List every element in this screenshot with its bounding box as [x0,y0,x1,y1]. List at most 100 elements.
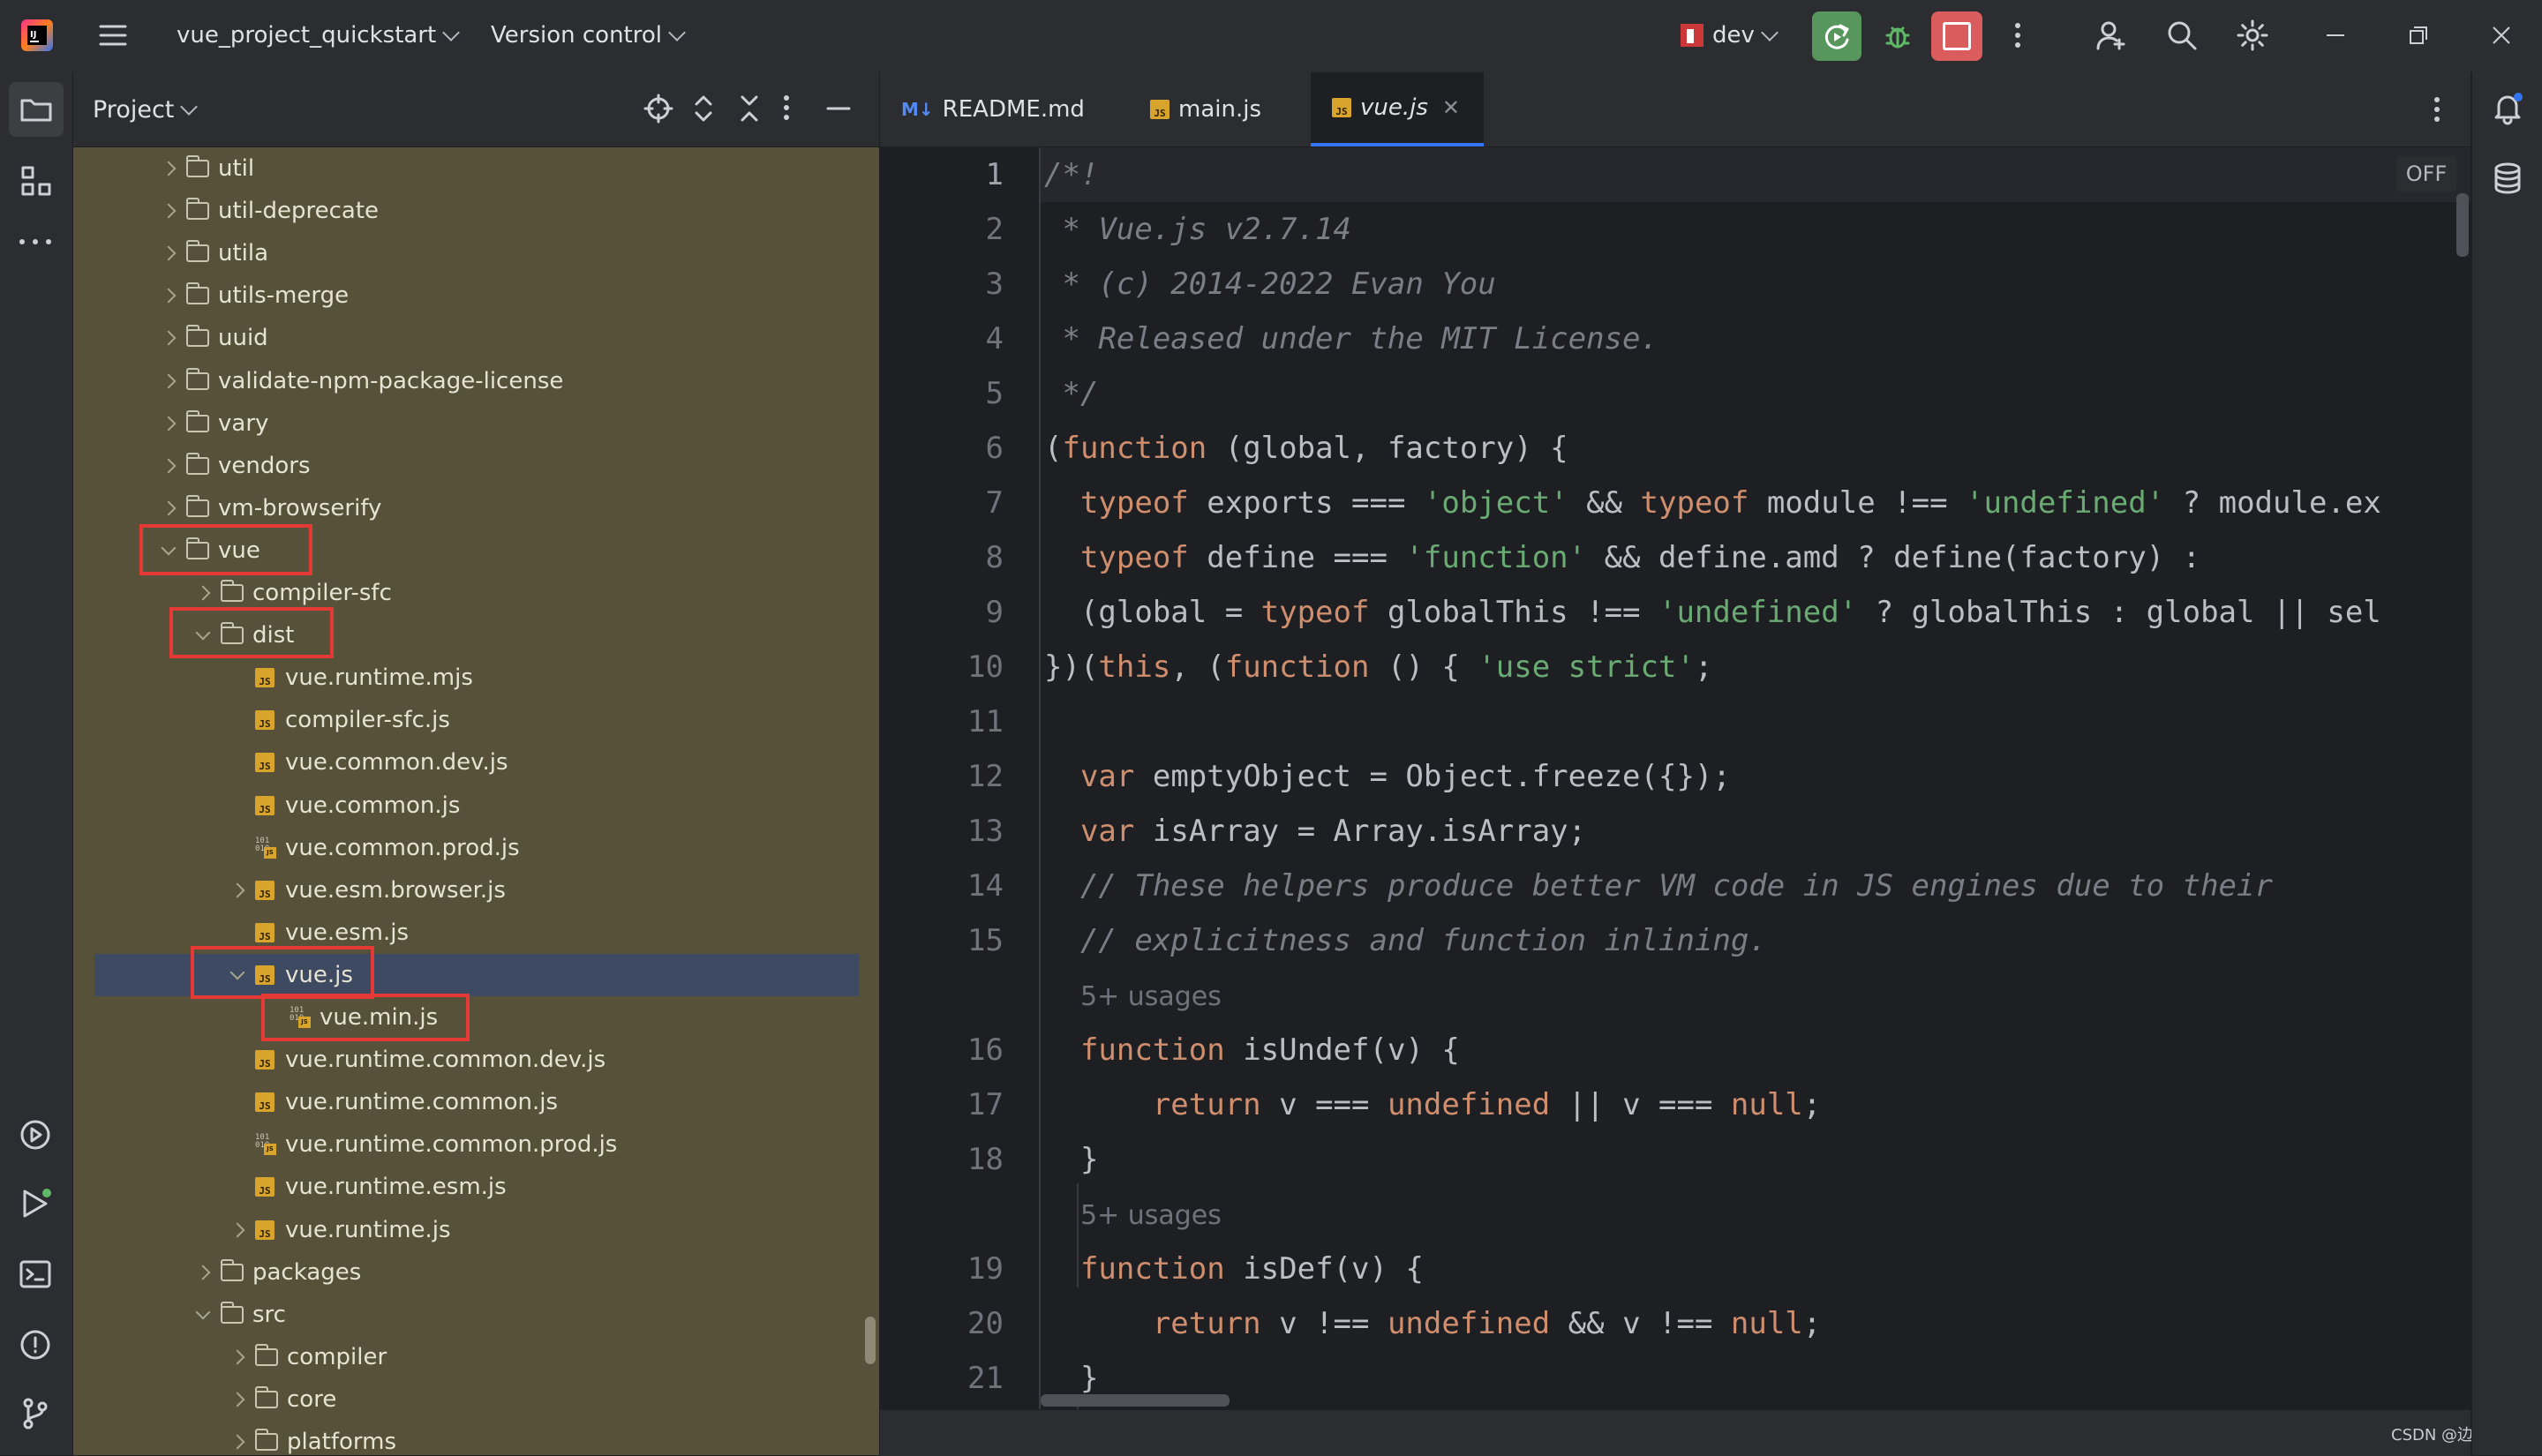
project-tool-button[interactable] [9,82,64,137]
tab-vue-js[interactable]: JS vue.js ✕ [1311,72,1484,146]
tree-item-label: vue.runtime.esm.js [285,1174,507,1200]
chevron-right-icon[interactable] [161,416,177,432]
chevron-right-icon[interactable] [161,245,177,261]
chevron-right-icon[interactable] [161,500,177,516]
tab-label: vue.js [1360,94,1428,121]
expand-collapse-icon[interactable] [691,94,716,127]
tree-item[interactable]: JS vue.runtime.js [73,1209,879,1251]
chevron-right-icon[interactable] [161,330,177,346]
tree-item[interactable]: JS vue.common.js [73,784,879,827]
usages-hint-text[interactable]: 5+ usages [1080,1200,1222,1231]
tree-item[interactable]: JS vue.common.dev.js [73,741,879,784]
chevron-right-icon[interactable] [161,288,177,304]
chevron-right-icon[interactable] [229,1392,245,1407]
tree-item[interactable]: utils-merge [73,274,879,317]
reader-mode-off-badge[interactable]: OFF [2396,156,2456,191]
tree-item[interactable]: uuid [73,317,879,359]
chevron-right-icon[interactable] [161,203,177,219]
tree-item[interactable]: util [73,147,879,190]
tree-item[interactable]: 101 010 JS vue.min.js [73,996,879,1039]
debug-button[interactable] [1880,18,1915,53]
tree-item[interactable]: JS vue.runtime.common.js [73,1081,879,1123]
left-tool-strip [0,72,73,1455]
line-number: 17 [967,1087,1004,1122]
usages-hint-text[interactable]: 5+ usages [1080,981,1222,1012]
tree-item[interactable]: core [73,1378,879,1421]
panel-options-icon[interactable] [783,94,790,125]
chevron-right-icon[interactable] [195,585,211,601]
add-user-icon[interactable] [2094,18,2129,53]
tree-item[interactable]: JS vue.runtime.esm.js [73,1166,879,1208]
more-tools-icon[interactable] [18,233,53,250]
chevron-right-icon[interactable] [229,1222,245,1238]
project-view-selector[interactable]: Project [93,92,199,127]
services-icon[interactable] [18,1117,53,1156]
tree-item[interactable]: packages [73,1251,879,1294]
chevron-right-icon[interactable] [229,1349,245,1365]
tree-item[interactable]: vary [73,402,879,445]
locate-file-icon[interactable] [643,94,673,127]
tree-item[interactable]: platforms [73,1421,879,1455]
tree-item[interactable]: vm-browserify [73,487,879,529]
editor-vertical-scrollbar[interactable] [2456,193,2469,257]
app-logo-icon[interactable]: IJ [19,18,55,53]
stop-button[interactable] [1931,11,1982,61]
database-icon[interactable] [2490,161,2525,199]
tree-item[interactable]: src [73,1294,879,1336]
tree-item[interactable]: util-deprecate [73,190,879,232]
chevron-right-icon[interactable] [161,458,177,474]
tree-item[interactable]: 101 010 JS vue.runtime.common.prod.js [73,1123,879,1166]
notifications-bell-icon[interactable] [2490,90,2525,129]
tree-item[interactable]: vendors [73,445,879,487]
code-editor[interactable]: /*! * Vue.js v2.7.14 * (c) 2014-2022 Eva… [1039,147,2471,1409]
chevron-right-icon[interactable] [195,1265,211,1280]
search-icon[interactable] [2164,18,2200,53]
tree-item[interactable]: compiler [73,1336,879,1378]
tree-item[interactable]: JS vue.esm.browser.js [73,869,879,912]
tab-main-js[interactable]: JS main.js [1150,72,1261,146]
main-menu-icon[interactable] [95,18,131,53]
js-file-icon: JS [255,710,275,730]
tree-item[interactable]: 101 010 JS vue.common.prod.js [73,827,879,869]
run-config-selector[interactable]: dev [1681,18,1779,53]
tree-item[interactable]: JS vue.runtime.common.dev.js [73,1039,879,1081]
problems-icon[interactable] [18,1327,53,1366]
project-selector[interactable]: vue_project_quickstart [177,18,461,53]
editor-horizontal-scrollbar[interactable] [1041,1394,1230,1407]
close-tab-icon[interactable]: ✕ [1442,95,1460,120]
settings-gear-icon[interactable] [2235,18,2270,53]
hide-panel-icon[interactable] [825,94,852,127]
chevron-down-icon[interactable] [195,1304,211,1320]
minimize-window-icon[interactable] [2318,18,2353,53]
code-line: function isDef(v) { [1079,1251,1424,1287]
tree-item[interactable]: JS compiler-sfc.js [73,699,879,741]
js-file-icon: JS [255,668,275,687]
tree-item[interactable]: validate-npm-package-license [73,360,879,402]
tree-scrollbar[interactable] [865,1317,876,1364]
version-control-menu[interactable]: Version control [491,18,686,53]
tree-item[interactable]: utila [73,232,879,274]
line-number: 12 [967,759,1004,794]
tab-options-icon[interactable] [2433,95,2440,127]
chevron-right-icon[interactable] [229,882,245,898]
line-number: 13 [967,814,1004,849]
code-line: } [1044,1142,1099,1177]
tree-item-label: vue.esm.js [285,919,410,946]
project-name: vue_project_quickstart [177,22,437,49]
more-actions-icon[interactable] [2000,18,2035,53]
collapse-all-icon[interactable] [737,94,762,127]
chevron-right-icon[interactable] [161,161,177,176]
restore-window-icon[interactable] [2401,18,2436,53]
terminal-icon[interactable] [18,1257,53,1295]
close-window-icon[interactable] [2484,18,2519,53]
structure-icon[interactable] [19,164,53,201]
tree-item[interactable]: JS vue.runtime.mjs [73,657,879,699]
tree-item-label: compiler-sfc [252,580,392,606]
run-tool-icon[interactable] [18,1186,53,1225]
git-branch-icon[interactable] [18,1396,53,1435]
tab-readme[interactable]: M↓ README.md [901,72,1085,146]
chevron-right-icon[interactable] [229,1434,245,1450]
line-number: 20 [967,1306,1004,1341]
rerun-button[interactable] [1812,11,1861,61]
chevron-right-icon[interactable] [161,373,177,389]
